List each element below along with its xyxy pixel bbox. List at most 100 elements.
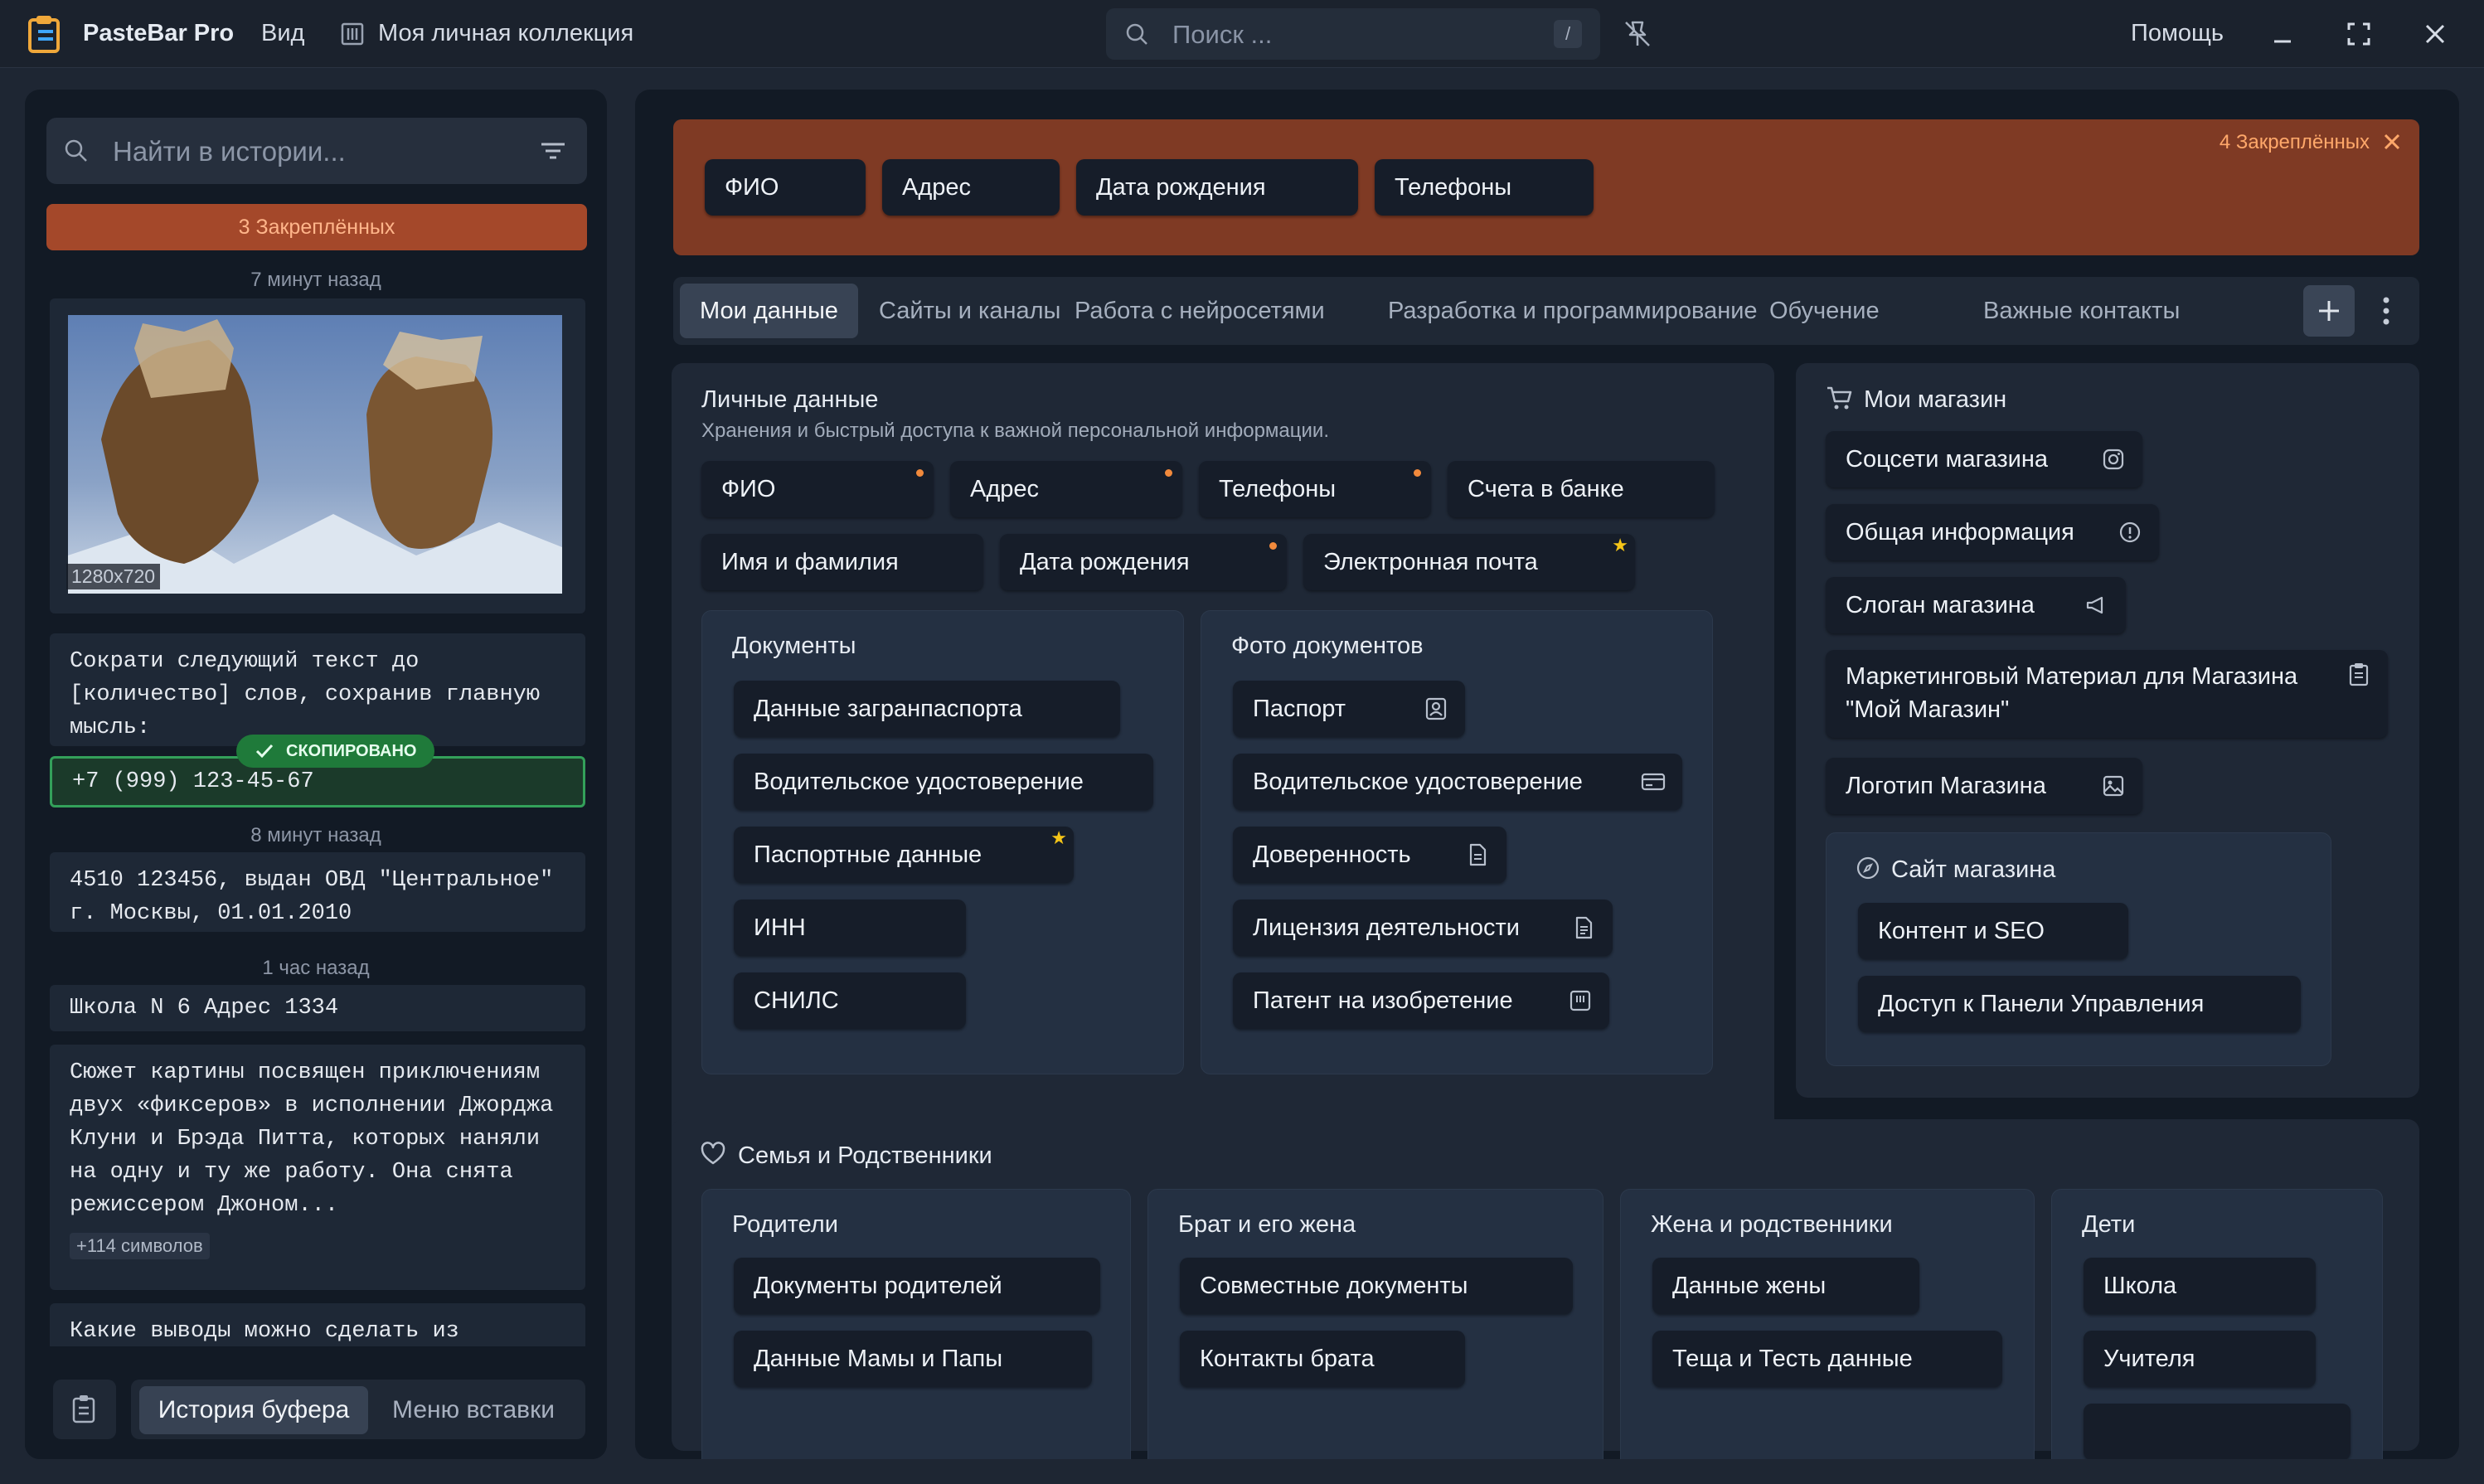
board-title: Мои магазин — [1864, 386, 2007, 413]
minimize-icon[interactable] — [2267, 18, 2298, 50]
unpin-icon[interactable] — [1622, 18, 1653, 50]
clip-item[interactable]: Электронная почта ★ — [1303, 534, 1635, 590]
board-title: Документы — [732, 633, 856, 659]
board-title: Брат и его жена — [1178, 1211, 1356, 1238]
board-tabs: Мои данные Сайты и каналы Работа с нейро… — [673, 277, 2419, 345]
clip-item[interactable]: Паспорт — [1233, 681, 1465, 737]
more-vertical-icon[interactable] — [2378, 289, 2394, 333]
pinned-clip[interactable]: ФИО — [705, 159, 866, 216]
board-document-photos: Фото документов Паспорт Водительское удо… — [1201, 610, 1713, 1074]
history-search-placeholder: Найти в истории... — [113, 136, 346, 167]
clip-item[interactable]: Слоган магазина — [1826, 577, 2126, 633]
board-title: Родители — [732, 1211, 838, 1238]
clip-item[interactable]: Логотип Магазина — [1826, 758, 2142, 814]
patent-icon — [1569, 990, 1591, 1011]
clip-item[interactable]: Паспортные данные ★ — [734, 827, 1074, 883]
plus-icon — [2319, 301, 2339, 321]
clip-item[interactable]: Имя и фамилия — [701, 534, 983, 590]
history-text-item[interactable]: Какие выводы можно сделать из следующих … — [50, 1303, 585, 1346]
tab-important-contacts[interactable]: Важные контакты — [1983, 284, 2180, 338]
history-text-item[interactable]: Сократи следующий текст до [количество] … — [50, 633, 585, 746]
clip-item[interactable] — [2084, 1404, 2351, 1459]
clip-item[interactable]: Учителя — [2084, 1331, 2316, 1387]
clip-item[interactable]: Патент на изобретение — [1233, 972, 1609, 1029]
dot-indicator — [1165, 469, 1172, 477]
board-family: Семья и Родственники Родители Документы … — [672, 1119, 2419, 1459]
clip-item[interactable]: Контент и SEO — [1858, 903, 2128, 959]
main-panel: ФИО Адрес Дата рождения Телефоны 4 Закре… — [635, 90, 2459, 1459]
pinned-clips-bar: ФИО Адрес Дата рождения Телефоны 4 Закре… — [673, 119, 2419, 255]
clip-label: Слоган магазина — [1846, 592, 2035, 618]
tab-education[interactable]: Обучение — [1769, 284, 1880, 338]
clipboard-list-icon — [2349, 663, 2369, 686]
tab-sites-channels[interactable]: Сайты и каналы — [879, 284, 1060, 338]
clip-label: Дата рождения — [1020, 549, 1190, 575]
clip-item[interactable]: Совместные документы — [1180, 1258, 1573, 1314]
tab-paste-menu[interactable]: Меню вставки — [370, 1386, 577, 1434]
maximize-icon[interactable] — [2343, 18, 2375, 50]
add-tab-button[interactable] — [2303, 285, 2355, 337]
compass-icon — [1856, 856, 1880, 880]
clip-item[interactable]: Доверенность — [1233, 827, 1506, 883]
close-pinned-icon[interactable] — [2381, 131, 2403, 153]
clip-item[interactable]: Данные загранпаспорта — [734, 681, 1120, 737]
clip-item[interactable]: Водительское удостоверение — [1233, 754, 1682, 810]
pinned-count-label[interactable]: 4 Закреплённых — [2220, 131, 2370, 154]
filter-icon[interactable] — [539, 138, 567, 164]
timestamp: 7 минут назад — [250, 269, 381, 291]
help-menu[interactable]: Помощь — [2131, 20, 2224, 47]
search-icon — [1126, 23, 1147, 45]
title-bar: PasteBar Pro Вид Моя личная коллекция По… — [0, 0, 2484, 68]
view-menu[interactable]: Вид — [261, 20, 304, 47]
clip-item[interactable]: Школа — [2084, 1258, 2316, 1314]
clip-item[interactable]: Маркетинговый Материал для Магазина "Мой… — [1826, 650, 2388, 738]
clip-item[interactable]: Доступ к Панели Управления — [1858, 976, 2301, 1032]
history-text-item[interactable]: Школа N 6 Адрес 1334 — [50, 985, 585, 1031]
info-icon — [2119, 521, 2141, 543]
collection-selector[interactable]: Моя личная коллекция — [378, 20, 633, 47]
pinned-clip[interactable]: Адрес — [882, 159, 1060, 216]
pinned-clip[interactable]: Телефоны — [1375, 159, 1594, 216]
copied-badge: СКОПИРОВАНО — [236, 735, 435, 768]
clip-item[interactable]: Теща и Тесть данные — [1652, 1331, 2002, 1387]
close-icon[interactable] — [2419, 18, 2451, 50]
clip-item[interactable]: ФИО — [701, 461, 934, 517]
clip-label: Общая информация — [1846, 519, 2074, 546]
global-search[interactable]: Поиск ... / — [1106, 8, 1600, 60]
clip-item[interactable]: Данные Мамы и Папы — [734, 1331, 1092, 1387]
timestamp: 1 час назад — [262, 957, 370, 979]
clipboard-settings-button[interactable] — [53, 1380, 116, 1439]
history-image-item[interactable]: 1280x720 — [50, 298, 585, 613]
history-text-item[interactable]: 4510 123456, выдан ОВД "Центральное" г. … — [50, 852, 585, 932]
clip-item[interactable]: СНИЛС — [734, 972, 966, 1029]
clip-item[interactable]: ИНН — [734, 900, 966, 956]
pinned-clip[interactable]: Дата рождения — [1076, 159, 1358, 216]
clip-item[interactable]: Соцсети магазина — [1826, 431, 2142, 487]
tab-clipboard-history[interactable]: История буфера — [139, 1386, 368, 1434]
history-search-input[interactable]: Найти в истории... — [46, 118, 587, 184]
tab-neural-networks[interactable]: Работа с нейросетями — [1075, 284, 1325, 338]
clip-item[interactable]: Контакты брата — [1180, 1331, 1465, 1387]
clip-item[interactable]: Дата рождения — [1000, 534, 1287, 590]
history-footer: История буфера Меню вставки — [25, 1366, 607, 1459]
clip-item[interactable]: Данные жены — [1652, 1258, 1919, 1314]
app-name: PasteBar Pro — [83, 20, 235, 46]
clip-label: Паспортные данные — [754, 841, 982, 868]
clip-item[interactable]: Телефоны — [1199, 461, 1431, 517]
clip-item[interactable]: Лицензия деятельности — [1233, 900, 1613, 956]
history-pinned-bar[interactable]: 3 Закреплённых — [46, 204, 587, 250]
tab-development[interactable]: Разработка и программирование — [1388, 284, 1758, 338]
clip-item[interactable]: Счета в банке — [1448, 461, 1715, 517]
clip-label: Паспорт — [1253, 696, 1346, 722]
clip-item[interactable]: Документы родителей — [734, 1258, 1100, 1314]
tab-my-data[interactable]: Мои данные — [680, 284, 858, 338]
clip-item[interactable]: Общая информация — [1826, 504, 2159, 560]
clip-item[interactable]: Водительское удостоверение — [734, 754, 1153, 810]
history-list: 7 минут назад 1280x720 Сократи следующий… — [25, 259, 607, 1346]
more-chars-badge: +114 символов — [70, 1233, 210, 1259]
board-my-shop: Мои магазин Соцсети магазина Общая инфор… — [1796, 363, 2419, 1098]
image-dimensions: 1280x720 — [66, 564, 161, 589]
clip-label: Патент на изобретение — [1253, 987, 1513, 1014]
clip-item[interactable]: Адрес — [950, 461, 1182, 517]
history-text-item[interactable]: Сюжет картины посвящен приключениям двух… — [50, 1045, 585, 1290]
